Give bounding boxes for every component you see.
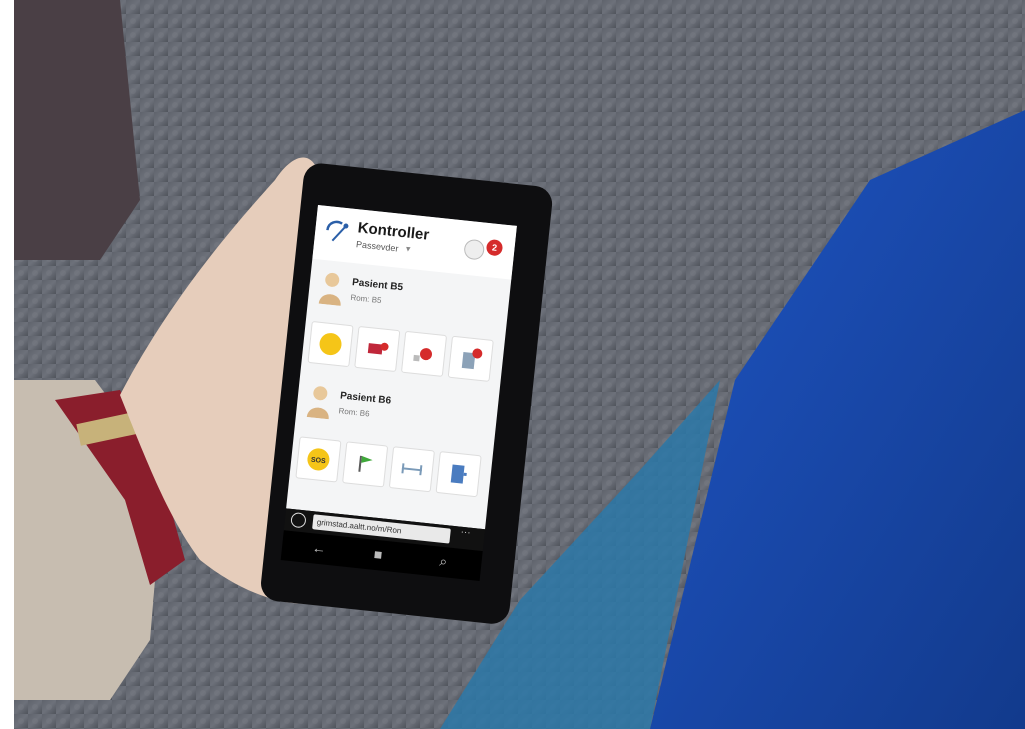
chevron-down-icon[interactable]: ▾ — [405, 243, 411, 254]
sos-icon: SOS — [307, 448, 330, 471]
bed-icon — [401, 463, 423, 476]
patient-name: Pasient B5 — [351, 277, 404, 294]
door-alert-button[interactable] — [447, 335, 494, 382]
app-logo-icon — [326, 220, 349, 242]
avatar-icon — [306, 386, 329, 420]
door-icon — [450, 464, 467, 484]
notification-badge[interactable]: 2 — [485, 238, 504, 257]
background-scene — [0, 0, 1025, 729]
avatar-icon — [318, 272, 341, 306]
bed-alert-icon — [413, 348, 433, 362]
dark-fabric — [14, 0, 140, 260]
patient-name: Pasient B6 — [339, 390, 392, 407]
windows-home-icon[interactable]: ■ — [373, 546, 383, 563]
patient-room: Rom: B6 — [338, 406, 371, 419]
door-button[interactable] — [435, 451, 482, 498]
app-screen: Kontroller Passevder ▾ 2 Pasient B5 Rom:… — [286, 205, 517, 530]
patient-card[interactable]: Pasient B6 Rom: B6 — [301, 377, 493, 446]
patient-room: Rom: B5 — [350, 292, 382, 306]
camera-alert-button[interactable] — [354, 325, 401, 373]
action-row — [307, 320, 499, 384]
sos-icon — [319, 333, 342, 356]
sos-label: SOS — [311, 457, 327, 466]
camera-icon — [367, 342, 389, 355]
left-border — [0, 0, 14, 729]
flag-button[interactable] — [342, 441, 389, 488]
search-icon[interactable]: ⌕ — [439, 553, 448, 571]
bed-button[interactable] — [388, 446, 435, 493]
info-button[interactable] — [463, 238, 486, 261]
phone-screen: Kontroller Passevder ▾ 2 Pasient B5 Rom:… — [280, 205, 517, 584]
sos-button[interactable]: SOS — [295, 436, 342, 483]
action-row: SOS — [295, 436, 487, 499]
app-subtitle[interactable]: Passevder — [356, 239, 399, 253]
more-icon[interactable]: ··· — [460, 527, 471, 539]
flag-icon — [358, 455, 373, 472]
bed-exit-button[interactable] — [400, 330, 448, 377]
tabs-icon[interactable] — [290, 511, 307, 529]
door-alert-icon — [461, 348, 483, 370]
sos-button[interactable] — [307, 320, 354, 368]
back-arrow-icon[interactable]: ← — [311, 539, 327, 556]
